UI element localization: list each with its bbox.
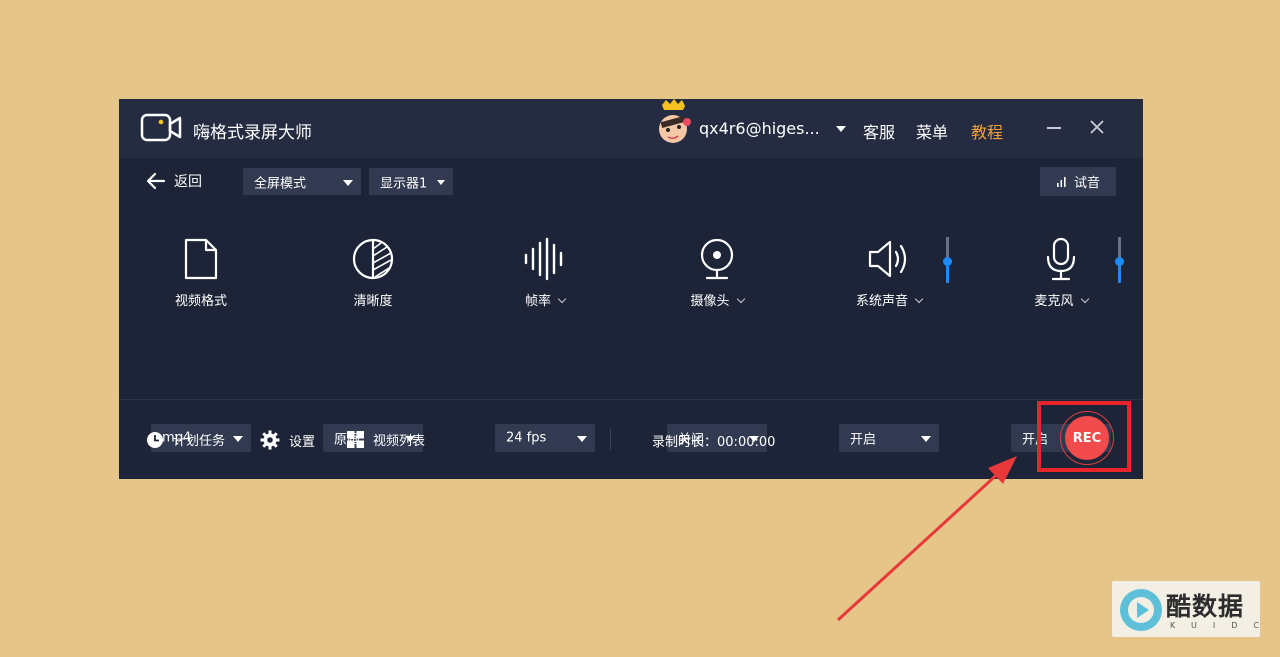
setting-label-text: 摄像头: [690, 294, 730, 309]
chevron-down-icon[interactable]: [736, 294, 745, 304]
display-select[interactable]: 显示器1: [369, 168, 453, 195]
setting-label-text: 视频格式: [174, 294, 227, 309]
tutorial-link[interactable]: 教程: [971, 119, 1003, 143]
minimize-icon[interactable]: [1047, 127, 1061, 129]
mic-volume-knob[interactable]: [1115, 257, 1124, 266]
chevron-down-icon[interactable]: [557, 294, 567, 304]
setting-label: 视频格式: [121, 290, 281, 309]
video-list-button[interactable]: 视频列表: [347, 430, 425, 449]
display-value: 显示器1: [380, 176, 428, 191]
title-bar: 嗨格式录屏大师 qx4r6@higes... 客服 菜单 教程: [119, 99, 1143, 158]
arrow-left-icon: [146, 172, 166, 190]
system-volume-slider[interactable]: [943, 237, 952, 283]
schedule-task-button[interactable]: 计划任务: [146, 430, 225, 449]
microphone-icon: [1046, 237, 1076, 281]
camera-logo-icon: [140, 113, 182, 142]
audio-bars-icon: [1056, 176, 1066, 187]
watermark-text: 酷数据: [1166, 592, 1245, 621]
system-volume-knob[interactable]: [943, 257, 952, 266]
watermark: 酷数据 KUIDC: [1112, 581, 1260, 637]
rec-label: REC: [1072, 430, 1102, 446]
watermark-subtext: KUIDC: [1170, 621, 1275, 630]
settings-button[interactable]: 设置: [260, 430, 315, 450]
recorder-window: 嗨格式录屏大师 qx4r6@higes... 客服 菜单 教程 返回 全屏模式 …: [119, 99, 1143, 479]
setting-label: 麦克风: [981, 290, 1141, 309]
clock-icon: [147, 431, 163, 448]
schedule-task-label: 计划任务: [173, 434, 226, 449]
caret-down-icon: [343, 179, 353, 186]
recording-duration: 录制时长：00:00:00: [652, 431, 775, 450]
bottom-bar: 计划任务 设置 视频列表 录制时长：00:00:00: [119, 399, 1143, 479]
duration-value: 00:00:00: [717, 435, 776, 450]
speaker-icon: [868, 240, 907, 278]
setting-label-text: 帧率: [524, 294, 551, 309]
back-button[interactable]: 返回: [146, 171, 202, 191]
menu-link[interactable]: 菜单: [916, 119, 948, 143]
chevron-down-icon[interactable]: [1080, 294, 1089, 304]
mic-volume-slider[interactable]: [1115, 237, 1124, 283]
divider: [610, 428, 611, 450]
settings-label: 设置: [289, 434, 316, 450]
app-title: 嗨格式录屏大师: [193, 123, 312, 143]
rec-button[interactable]: REC: [1060, 411, 1114, 465]
caret-down-icon: [437, 179, 445, 185]
test-audio-button[interactable]: 试音: [1040, 167, 1116, 196]
user-avatar[interactable]: [652, 99, 694, 151]
setting-label-text: 系统声音: [855, 294, 908, 309]
rec-button-face: REC: [1065, 416, 1109, 460]
setting-label: 帧率: [465, 290, 625, 309]
gear-icon: [260, 430, 280, 450]
video-list-label: 视频列表: [373, 434, 426, 449]
setting-label-text: 麦克风: [1034, 294, 1074, 309]
waveform-icon: [524, 237, 563, 281]
grid-icon: [347, 431, 364, 448]
webcam-icon: [700, 238, 734, 280]
close-icon[interactable]: [1089, 119, 1105, 135]
customer-service-link[interactable]: 客服: [863, 119, 895, 143]
play-logo-icon: [1120, 589, 1162, 631]
capture-mode-select[interactable]: 全屏模式: [243, 168, 361, 195]
capture-mode-value: 全屏模式: [254, 176, 307, 191]
test-audio-label: 试音: [1073, 176, 1100, 191]
account-dropdown-icon[interactable]: [836, 126, 846, 132]
file-icon: [184, 238, 218, 280]
half-circle-icon: [352, 238, 394, 280]
setting-label: 清晰度: [293, 290, 453, 309]
chevron-down-icon[interactable]: [914, 294, 924, 304]
setting-label: 摄像头: [637, 290, 797, 309]
setting-label-text: 清晰度: [353, 294, 393, 309]
user-name[interactable]: qx4r6@higes...: [699, 119, 820, 138]
back-label: 返回: [174, 174, 202, 190]
setting-label: 系统声音: [809, 290, 969, 309]
duration-label: 录制时长：: [652, 435, 718, 450]
